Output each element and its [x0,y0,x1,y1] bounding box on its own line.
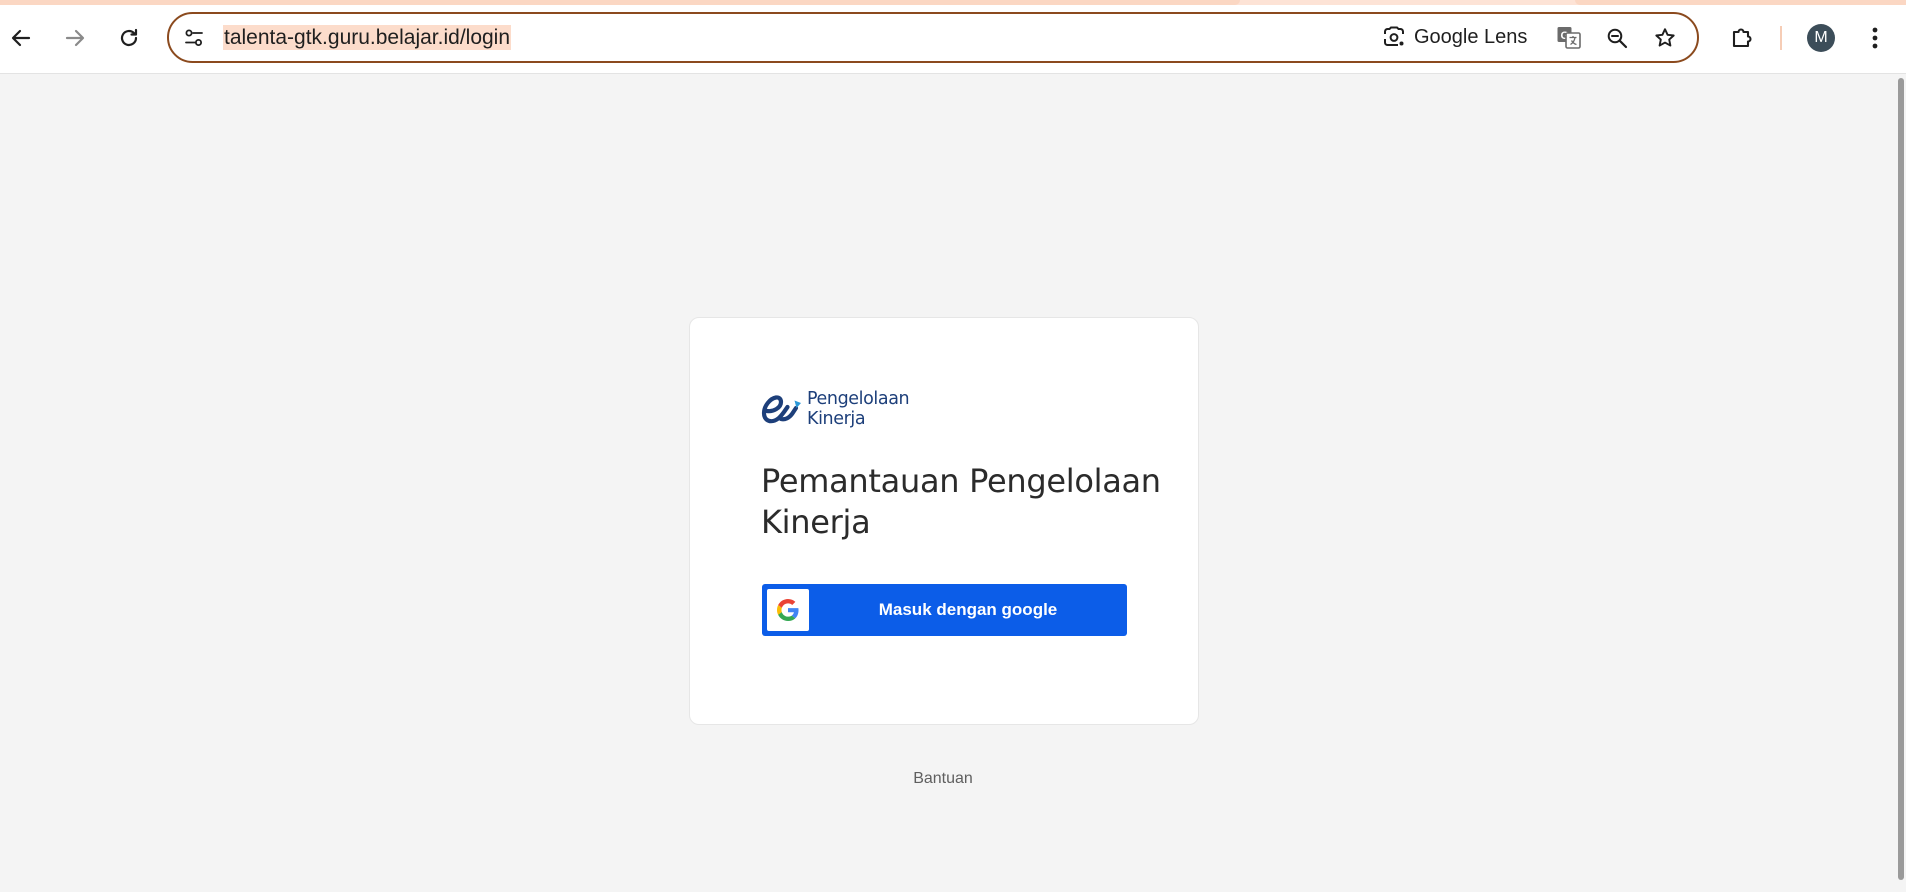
back-button[interactable] [3,20,39,56]
logo-mark-icon [761,395,801,424]
star-icon [1655,28,1675,47]
arrow-left-icon [11,29,31,47]
google-lens-button[interactable]: Google Lens [1382,22,1527,52]
google-g-icon [777,599,799,621]
logo-text-line1: Pengelolaan [807,389,910,409]
google-lens-label: Google Lens [1414,25,1528,48]
translate-icon: G [1557,27,1581,49]
google-icon-box [767,589,809,631]
extensions-button[interactable] [1725,21,1759,55]
logo-text-line2: Kinerja [807,409,866,429]
tab-strip-edge [0,0,1906,5]
zoom-out-icon [1607,28,1628,49]
browser-menu-button[interactable] [1858,21,1892,55]
toolbar-divider [1780,26,1782,50]
bookmark-button[interactable] [1650,23,1680,53]
reload-button[interactable] [111,20,147,56]
help-link[interactable]: Bantuan [880,770,1006,788]
scrollbar-thumb[interactable] [1898,78,1904,880]
reload-icon [120,28,138,47]
puzzle-icon [1732,28,1752,48]
app-logo: Pengelolaan Kinerja [761,387,921,437]
browser-toolbar: talenta-gtk.guru.belajar.id/login Google… [0,0,1906,74]
site-info-button[interactable] [182,26,206,50]
page-title: Pemantauan Pengelolaan Kinerja [761,462,1161,541]
url-text[interactable]: talenta-gtk.guru.belajar.id/login [223,25,512,50]
google-login-button[interactable]: Masuk dengan google [762,584,1127,636]
arrow-right-icon [65,29,85,47]
translate-button[interactable]: G [1554,23,1584,53]
zoom-button[interactable] [1602,23,1632,53]
tune-icon [185,29,203,46]
login-card: Pengelolaan Kinerja Pemantauan Pengelola… [689,317,1199,725]
profile-avatar[interactable]: M [1807,24,1835,52]
forward-button[interactable] [57,20,93,56]
three-dots-icon [1872,27,1878,49]
address-bar[interactable]: talenta-gtk.guru.belajar.id/login Google… [167,12,1699,63]
camera-lens-icon [1384,26,1404,46]
google-login-label: Masuk dengan google [878,600,1058,619]
